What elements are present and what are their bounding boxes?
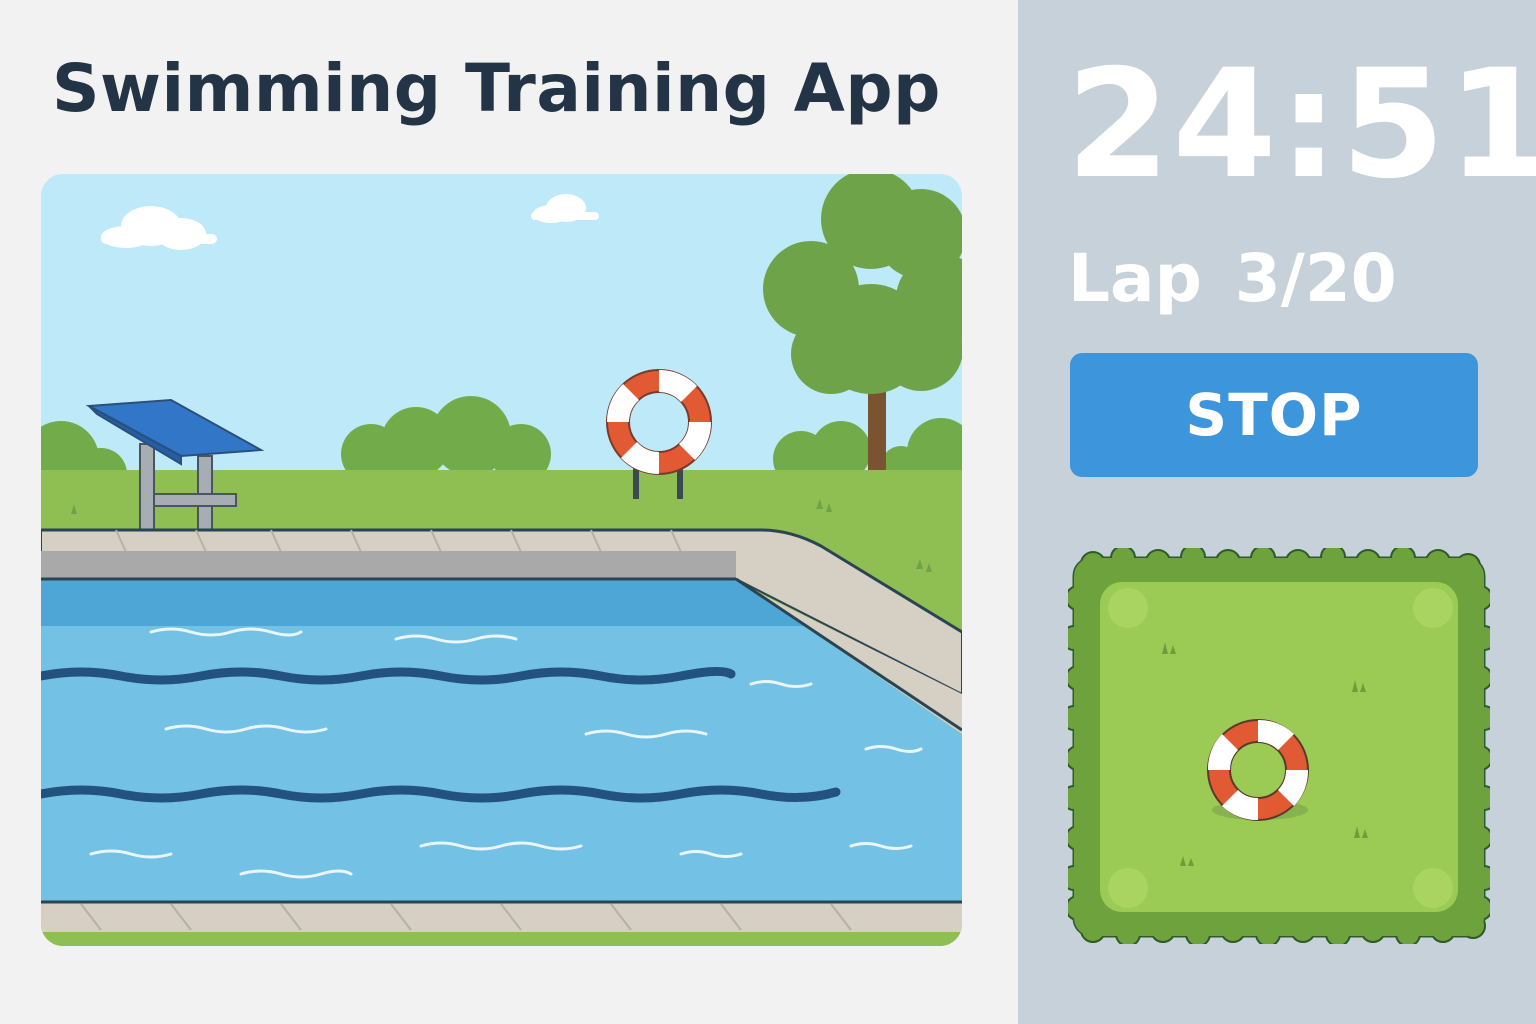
app-window: Swimming Training App 24:51 Lap 3/20 STO… [0,0,1536,1024]
pool-scene [41,174,962,946]
main-panel: Swimming Training App [0,0,1018,1024]
stop-button[interactable]: STOP [1070,353,1478,477]
workout-timer: 24:51 [1066,38,1536,212]
page-title: Swimming Training App [52,50,941,127]
lap-counter: Lap 3/20 [1068,240,1397,317]
minimap[interactable] [1068,548,1490,944]
lifebuoy-icon [1207,719,1309,821]
